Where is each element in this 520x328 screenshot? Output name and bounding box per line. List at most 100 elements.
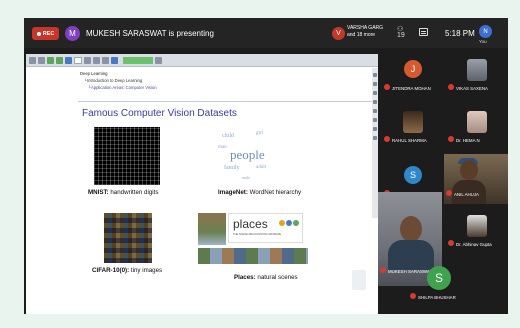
logo-dot bbox=[279, 220, 285, 226]
mnist-caption: MNIST: handwritten digits bbox=[88, 189, 159, 196]
participant-photo bbox=[467, 215, 487, 237]
places-caption-name: Places: bbox=[234, 274, 256, 281]
participant-name: ANIL AHUJA bbox=[454, 192, 479, 197]
mic-muted-icon bbox=[448, 240, 454, 246]
print-icon[interactable] bbox=[38, 56, 45, 64]
eraser-icon[interactable] bbox=[373, 100, 377, 104]
logo-dot bbox=[286, 220, 292, 226]
zoom-in-icon[interactable] bbox=[93, 56, 100, 64]
participant-tile[interactable]: Dr. HEMA N bbox=[446, 110, 506, 147]
mic-muted-icon bbox=[410, 293, 416, 299]
home-icon[interactable] bbox=[65, 56, 72, 64]
participants-button[interactable]: ⚇ 19 bbox=[397, 26, 405, 39]
participant-name: JITENDRA MOHAN bbox=[392, 86, 431, 91]
breadcrumb-subsection-label: Introduction to Deep Learning bbox=[86, 78, 143, 83]
logo-dot bbox=[293, 220, 299, 226]
places-caption: Places: natural scenes bbox=[234, 274, 298, 281]
places-logo-word: places bbox=[233, 217, 268, 231]
breadcrumb-section[interactable]: Deep Learning bbox=[80, 71, 107, 76]
participant-name: RAHUL SHARMA bbox=[392, 138, 427, 143]
participant-tile[interactable]: VIKAS SAXENA bbox=[446, 58, 506, 95]
places-scene-photo bbox=[198, 213, 226, 245]
participant-tile[interactable]: J JITENDRA MOHAN bbox=[382, 58, 442, 95]
breadcrumb-topic-label: Application Areas: Computer Vision bbox=[90, 85, 157, 90]
pointer-icon[interactable] bbox=[373, 73, 377, 77]
pen-icon[interactable] bbox=[373, 82, 377, 86]
shared-screen: Deep Learning └Introduction to Deep Lear… bbox=[26, 54, 378, 314]
pen-tool-icon[interactable] bbox=[155, 56, 162, 64]
mic-muted-icon bbox=[446, 190, 452, 196]
color-icon[interactable] bbox=[373, 127, 377, 131]
participant-tile[interactable]: RAHUL SHARMA bbox=[382, 110, 442, 147]
participant-name: VIKAS SAXENA bbox=[456, 86, 488, 91]
cloud-word: girl bbox=[256, 131, 263, 136]
mic-muted-icon bbox=[448, 84, 454, 90]
cifar-class-labels bbox=[94, 213, 104, 263]
shape-icon[interactable] bbox=[373, 118, 377, 122]
meeting-top-bar: REC M MUKESH SARASWAT is presenting V VA… bbox=[24, 18, 508, 48]
slide-breadcrumb: Deep Learning └Introduction to Deep Lear… bbox=[78, 68, 372, 102]
highlighter-icon[interactable] bbox=[373, 91, 377, 95]
mic-muted-icon bbox=[384, 136, 390, 142]
participant-avatar: J bbox=[404, 60, 422, 78]
slide-title: Famous Computer Vision Datasets bbox=[82, 108, 237, 119]
participant-photo bbox=[467, 59, 487, 81]
page-number-field[interactable] bbox=[74, 56, 82, 64]
breadcrumb-topic[interactable]: └Application Areas: Computer Vision bbox=[88, 85, 157, 90]
places-scene-strip bbox=[198, 248, 308, 264]
cloud-word: adult bbox=[256, 165, 266, 170]
zoom-out-icon[interactable] bbox=[84, 56, 91, 64]
cloud-word-main: people bbox=[230, 147, 265, 162]
host-avatar[interactable]: V bbox=[332, 27, 345, 40]
participants-count: 19 bbox=[397, 32, 405, 39]
zoom-slider[interactable] bbox=[123, 56, 153, 64]
host-names[interactable]: VARSHA GARG and 18 more bbox=[347, 25, 393, 38]
breadcrumb-subsection[interactable]: └Introduction to Deep Learning bbox=[84, 78, 142, 83]
mic-muted-icon bbox=[384, 84, 390, 90]
undo-icon[interactable] bbox=[373, 136, 377, 140]
participant-tile[interactable]: S SHILPA BHUSHAR bbox=[408, 264, 468, 301]
mnist-digits-image bbox=[94, 127, 160, 185]
mnist-caption-desc: handwritten digits bbox=[108, 189, 159, 196]
open-file-icon[interactable] bbox=[29, 56, 36, 64]
cifar-caption-desc: tiny images bbox=[129, 267, 163, 274]
chat-icon[interactable] bbox=[419, 28, 428, 36]
mnist-caption-name: MNIST: bbox=[88, 189, 109, 196]
institute-logo bbox=[352, 270, 366, 290]
participant-avatar: S bbox=[427, 266, 451, 290]
cloud-word: child bbox=[222, 133, 234, 139]
video-head bbox=[460, 160, 478, 180]
cifar-caption: CIFAR-10(0): tiny images bbox=[92, 267, 162, 274]
cifar-thumbnails bbox=[104, 213, 152, 263]
participant-name: Dr. HEMA N bbox=[456, 138, 480, 143]
mic-muted-icon bbox=[380, 267, 386, 273]
participant-tile[interactable]: Dr. Abhinav Gupta bbox=[446, 214, 506, 251]
video-head bbox=[400, 216, 422, 242]
recording-label: REC bbox=[42, 30, 55, 37]
self-label: You bbox=[479, 39, 487, 44]
imagenet-caption-desc: WordNet hierarchy bbox=[247, 189, 302, 196]
presenter-avatar: M bbox=[65, 26, 80, 41]
cifar-grid-image bbox=[94, 213, 152, 263]
slide-content: Famous Computer Vision Datasets MNIST: h… bbox=[78, 102, 372, 312]
self-avatar[interactable]: N bbox=[479, 25, 492, 38]
recording-badge[interactable]: REC bbox=[32, 27, 59, 40]
forward-arrow-icon[interactable] bbox=[56, 56, 63, 64]
participant-video[interactable]: ANIL AHUJA bbox=[444, 154, 508, 204]
meeting-clock: 5:18 PM bbox=[445, 29, 475, 38]
cloud-word: man bbox=[218, 145, 227, 150]
participant-avatar: S bbox=[404, 166, 422, 184]
places-logo: places THE SCENE RECOGNITION DATABASE bbox=[228, 213, 303, 243]
back-arrow-icon[interactable] bbox=[47, 56, 54, 64]
places-caption-desc: natural scenes bbox=[255, 274, 298, 281]
presenting-status: MUKESH SARASWAT is presenting bbox=[86, 29, 214, 38]
select-tool-icon[interactable] bbox=[111, 56, 118, 64]
imagenet-word-cloud: child girl man people family adult male bbox=[216, 127, 282, 183]
participant-photo bbox=[403, 111, 423, 133]
participant-photo bbox=[467, 111, 487, 133]
participant-name: Dr. Abhinav Gupta bbox=[456, 242, 492, 247]
record-dot-icon bbox=[36, 31, 41, 36]
fit-page-icon[interactable] bbox=[102, 56, 109, 64]
text-icon[interactable] bbox=[373, 109, 377, 113]
cifar-caption-name: CIFAR-10(0): bbox=[92, 267, 130, 274]
